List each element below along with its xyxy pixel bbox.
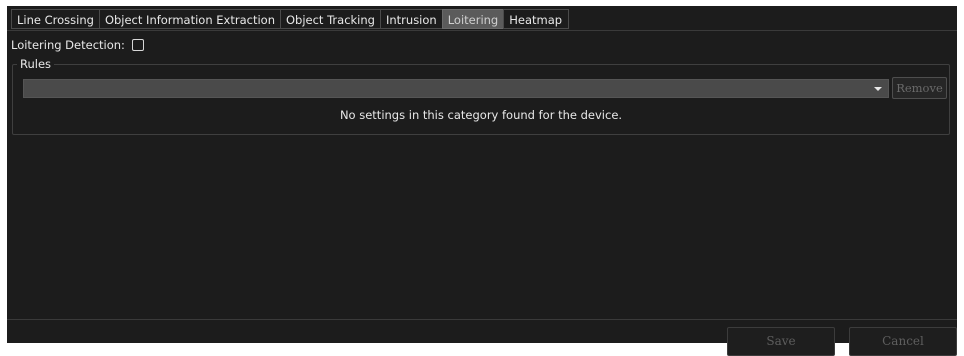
analytics-settings-window: Line Crossing Object Information Extract… — [7, 6, 957, 356]
loitering-detection-checkbox[interactable] — [131, 39, 144, 51]
footer-divider — [7, 319, 957, 320]
tab-loitering[interactable]: Loitering — [441, 9, 504, 29]
empty-message: No settings in this category found for t… — [339, 108, 623, 122]
loitering-detection-row: Loitering Detection: — [11, 36, 144, 54]
tab-bar: Line Crossing Object Information Extract… — [11, 9, 570, 29]
cancel-button[interactable]: Cancel — [849, 327, 957, 356]
rules-legend: Rules — [17, 57, 55, 71]
tab-line-crossing[interactable]: Line Crossing — [11, 9, 99, 29]
rules-group: Rules Remove No settings in this categor… — [12, 57, 950, 135]
loitering-panel: Loitering Detection: Rules Remove No set… — [7, 30, 957, 356]
tab-object-information-extraction[interactable]: Object Information Extraction — [98, 9, 280, 29]
tab-object-tracking[interactable]: Object Tracking — [279, 9, 380, 29]
loitering-detection-label: Loitering Detection: — [11, 38, 125, 52]
rule-select[interactable] — [23, 79, 889, 98]
save-button[interactable]: Save — [727, 327, 835, 356]
chevron-down-icon — [874, 87, 882, 91]
remove-button[interactable]: Remove — [892, 77, 947, 99]
tab-heatmap[interactable]: Heatmap — [503, 9, 570, 29]
tab-intrusion[interactable]: Intrusion — [379, 9, 442, 29]
